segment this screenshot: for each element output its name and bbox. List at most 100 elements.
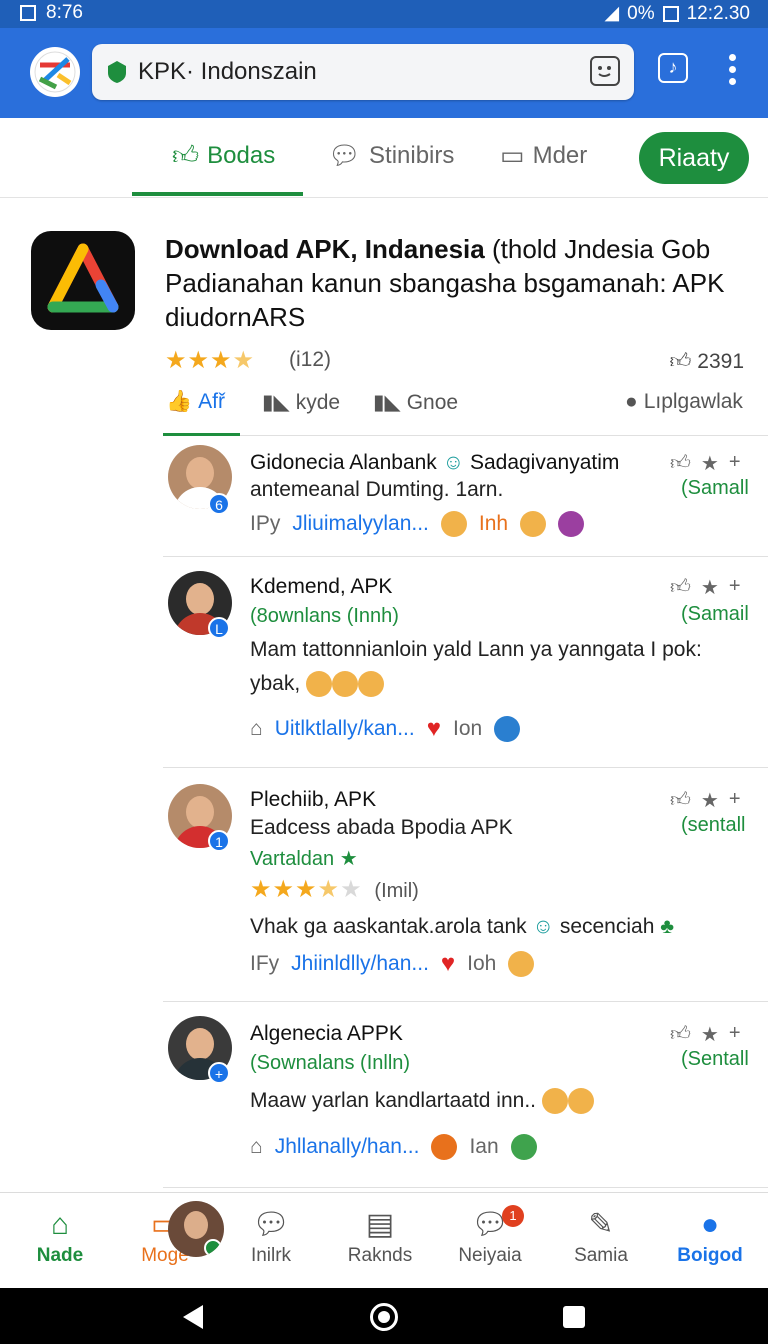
edit-icon: ✎ [588,1208,614,1241]
reply-link[interactable]: Jhiinldlly/han... [291,952,429,976]
share-icon[interactable]: ⌂ [250,1135,263,1159]
secure-shield-icon [108,61,126,83]
tab-label: Stinibirs [369,141,455,169]
url-bar[interactable]: KPK· Indonszain [92,44,634,100]
url-text[interactable]: KPK· Indonszain [138,58,317,86]
emoji-icon [558,511,585,537]
subtab-label: Lıplgawlak [643,390,743,413]
plus-icon[interactable]: + [729,1022,741,1047]
star-icon[interactable]: ★ [701,451,719,476]
top-tabs: 👍︎ Bodas 💬︎ Stinibirs ▭ Mder Riaaty [0,118,768,198]
comment-subtitle: Vartaldan ★ [250,848,358,870]
system-nav-bar [0,1288,768,1344]
share-icon[interactable]: ⌂ [250,717,263,741]
footer-label: IFy [250,952,280,975]
footer-label: IPy [250,512,281,535]
music-icon[interactable]: ♪ [658,53,688,83]
comment-item: 6 Gidonecia Alanbank ☺ Sadagivanyatim an… [163,437,768,557]
follow-link[interactable]: (Samall [681,477,749,500]
emoji-icon [510,1134,537,1160]
avatar-badge: 1 [208,830,230,852]
verified-icon: ☺ [532,915,554,938]
reaction-label: Ian [469,1135,499,1158]
like-icon[interactable]: 👍︎ [670,1022,691,1047]
plus-icon[interactable]: + [729,575,741,600]
comment-text: Eadcess abada Bpodia APK [250,816,513,839]
follow-link[interactable]: (Sentall [681,1048,749,1071]
tab-stinibirs[interactable]: 💬︎ Stinibirs [328,140,454,171]
likes-value: 2391 [697,350,744,373]
comment-item: + Algenecia APPK (Sownalans (Inlln) Maaw… [163,1002,768,1188]
app-icon[interactable] [31,231,135,330]
recents-icon[interactable] [563,1306,585,1328]
plus-icon[interactable]: + [729,788,741,813]
online-indicator [204,1239,222,1257]
like-icon[interactable]: 👍︎ [670,575,691,600]
tab-label: Bodas [207,141,276,169]
heart-icon[interactable]: ♥ [441,950,455,978]
tab-bodas[interactable]: 👍︎ Bodas [172,140,275,171]
follow-link[interactable]: (Samail [681,603,749,626]
comment-actions: 👍︎ ★ + [670,451,741,476]
reply-link[interactable]: Uitlktlally/kan... [275,717,415,741]
emoji-icon [306,671,333,698]
dot-icon: ● [625,390,638,413]
comment-actions: 👍︎ ★ + [670,575,741,600]
plus-icon[interactable]: + [729,451,741,476]
profile-icon: ● [700,1208,720,1241]
browser-logo-icon[interactable] [30,47,80,97]
status-clock: 12:2.30 [686,2,750,24]
comment-actions: 👍︎ ★ + [670,1022,741,1047]
app-title: Download APK, Indanesia (thold Jndesia G… [165,232,750,334]
verified-icon: ☺ [442,451,465,474]
comment-subtitle: (8ownlans (Innh) [250,605,399,627]
nav-neiyaia[interactable]: 💬︎ 1 Neiyaia [440,1205,540,1267]
nav-raknds[interactable]: ▤ Raknds [330,1205,430,1267]
like-icon[interactable]: 👍︎ [670,788,691,813]
emoji-icon [358,671,385,698]
likes-count[interactable]: 👍︎ 2391 [669,348,744,374]
app-title-bold: Download APK, Indanesia [165,234,485,264]
heart-icon[interactable]: ♥ [427,715,441,743]
comment-author: Algenecia APPK [250,1022,403,1045]
star-icon[interactable]: ★ [701,575,719,600]
comment-text: Maaw yarlan kandlartaatd inn.. [250,1086,594,1116]
reply-link[interactable]: Jhllanally/han... [275,1135,420,1159]
subtab-kyde[interactable]: ▮◣ kyde [262,390,340,415]
notification-badge: 1 [502,1205,524,1227]
nav-home[interactable]: ⌂ Nade [10,1205,110,1267]
status-bar: 8:76 ◢ 0% 12:2.30 [0,0,768,28]
reply-link[interactable]: Jliuimalyylan... [292,512,429,536]
follow-link[interactable]: (sentall [681,814,745,837]
home-button-icon[interactable] [370,1303,398,1331]
thumbs-up-icon: 👍︎ [172,140,200,170]
tab-mder[interactable]: ▭ Mder [500,140,587,171]
star-icon[interactable]: ★ [701,788,719,813]
bottom-nav: ⌂ Nade ▭ Moge 💬︎ Inilrk ▤ Raknds 💬︎ 1 Ne… [0,1192,768,1288]
star-icon[interactable]: ★ [701,1022,719,1047]
emoji-icon [440,511,467,537]
emoji-icon [541,1088,568,1115]
dislike-icon: ▮◣ [262,391,290,414]
avatar-badge: L [208,617,230,639]
comment-text: Mam tattonnianloin yald Lann ya yanngata… [250,638,702,661]
like-icon: 👍 [166,390,193,413]
subtab-liplgawlak[interactable]: ● Lıplgawlak [625,390,743,414]
subtab-gnoe[interactable]: ▮◣ Gnoe [373,390,458,415]
rating-stars: ★★★★ [165,347,256,374]
emoji-icon [332,671,359,698]
subtab-afr[interactable]: 👍 Afř [166,390,225,414]
back-icon[interactable] [183,1305,203,1329]
notification-icon: 💬︎ [470,1208,510,1241]
like-icon[interactable]: 👍︎ [670,451,691,476]
nav-samia[interactable]: ✎ Samia [551,1205,651,1267]
nav-label: Nade [36,1245,84,1266]
nav-inilrk[interactable]: 💬︎ Inilrk [221,1205,321,1267]
more-menu-icon[interactable] [722,54,742,88]
riaaty-button[interactable]: Riaaty [639,132,749,184]
tabs-icon[interactable] [590,56,620,86]
nav-boigod[interactable]: ● Boigod [660,1205,760,1267]
profile-avatar[interactable] [168,1201,224,1257]
avatar-badge: + [208,1062,230,1084]
star-icon: ★ [339,848,358,870]
